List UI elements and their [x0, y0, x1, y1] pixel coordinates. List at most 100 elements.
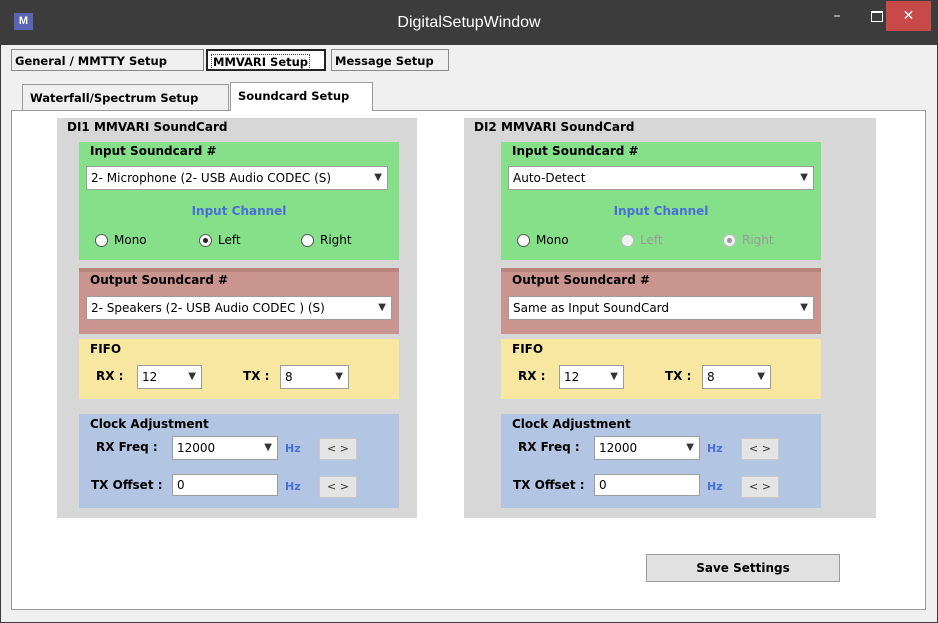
close-button[interactable]: ✕: [886, 1, 931, 31]
tab-label: Soundcard Setup: [238, 89, 350, 103]
fifo-tx-select[interactable]: 8 ▼: [280, 365, 349, 389]
minimize-button[interactable]: –: [817, 1, 857, 31]
radio-indicator: [517, 234, 530, 247]
output-soundcard-title: Output Soundcard #: [512, 273, 651, 287]
output-soundcard-group: Output Soundcard # Same as Input SoundCa…: [501, 268, 821, 334]
digital-setup-window: M DigitalSetupWindow – ✕ General / MMTTY…: [0, 0, 938, 623]
tx-offset-adjust-button[interactable]: < >: [741, 476, 779, 498]
radio-indicator: [621, 234, 634, 247]
fifo-group: FIFO RX : 12 ▼ TX : 8 ▼: [79, 339, 399, 399]
input-soundcard-value: Auto-Detect: [513, 171, 586, 185]
channel-left-radio[interactable]: Left: [199, 232, 241, 248]
fifo-tx-value: 8: [707, 370, 715, 384]
di1-soundcard-panel: DI1 MMVARI SoundCard Input Soundcard # 2…: [57, 118, 417, 518]
window-title: DigitalSetupWindow: [397, 14, 541, 31]
rx-freq-select[interactable]: 12000 ▼: [172, 436, 278, 460]
radio-label: Mono: [114, 233, 147, 247]
radio-indicator: [301, 234, 314, 247]
output-soundcard-select[interactable]: Same as Input SoundCard ▼: [508, 296, 814, 320]
fifo-group: FIFO RX : 12 ▼ TX : 8 ▼: [501, 339, 821, 399]
rx-freq-select[interactable]: 12000 ▼: [594, 436, 700, 460]
maximize-icon: [871, 10, 883, 22]
radio-label: Right: [742, 233, 774, 247]
radio-label: Mono: [536, 233, 569, 247]
tab-general-mmtty-setup[interactable]: General / MMTTY Setup: [11, 49, 204, 71]
rx-freq-label: RX Freq :: [518, 440, 580, 454]
fifo-tx-value: 8: [285, 370, 293, 384]
rx-freq-adjust-button[interactable]: < >: [319, 438, 357, 460]
tx-label: TX :: [243, 369, 270, 383]
fifo-rx-select[interactable]: 12 ▼: [559, 365, 624, 389]
output-soundcard-value: Same as Input SoundCard: [513, 301, 670, 315]
fifo-tx-select[interactable]: 8 ▼: [702, 365, 771, 389]
tab-message-setup[interactable]: Message Setup: [331, 49, 449, 71]
tab-waterfall-spectrum-setup[interactable]: Waterfall/Spectrum Setup: [22, 84, 229, 111]
tx-offset-hz-label: Hz: [285, 480, 301, 493]
rx-freq-hz-label: Hz: [707, 442, 723, 455]
output-soundcard-value: 2- Speakers (2- USB Audio CODEC ) (S): [91, 301, 325, 315]
rx-freq-value: 12000: [599, 441, 638, 455]
tx-offset-hz-label: Hz: [707, 480, 723, 493]
title-bar[interactable]: M DigitalSetupWindow – ✕: [1, 1, 937, 45]
channel-left-radio[interactable]: Left: [621, 232, 663, 248]
clock-adjustment-title: Clock Adjustment: [512, 417, 631, 431]
radio-indicator: [199, 234, 212, 247]
soundcard-setup-page: DI1 MMVARI SoundCard Input Soundcard # 2…: [11, 110, 926, 610]
radio-label: Right: [320, 233, 352, 247]
channel-mono-radio[interactable]: Mono: [517, 232, 569, 248]
chevron-down-icon: ▼: [378, 302, 386, 313]
clock-adjustment-group: Clock Adjustment RX Freq : 12000 ▼ Hz < …: [79, 414, 399, 508]
input-soundcard-title: Input Soundcard #: [90, 144, 217, 158]
input-soundcard-value: 2- Microphone (2- USB Audio CODEC (S): [91, 171, 332, 185]
fifo-title: FIFO: [512, 342, 544, 356]
input-soundcard-select[interactable]: Auto-Detect ▼: [508, 166, 814, 190]
chevron-down-icon: ▼: [188, 371, 196, 382]
tab-soundcard-setup[interactable]: Soundcard Setup: [230, 82, 373, 111]
panel-title: DI1 MMVARI SoundCard: [67, 120, 228, 134]
input-soundcard-group: Input Soundcard # Auto-Detect ▼ Input Ch…: [501, 142, 821, 260]
rx-freq-hz-label: Hz: [285, 442, 301, 455]
tx-offset-input[interactable]: 0: [172, 474, 278, 496]
channel-right-radio[interactable]: Right: [301, 232, 352, 248]
rx-label: RX :: [96, 369, 124, 383]
rx-label: RX :: [518, 369, 546, 383]
tab-label: General / MMTTY Setup: [15, 54, 167, 68]
tx-offset-input[interactable]: 0: [594, 474, 700, 496]
tab-label: Waterfall/Spectrum Setup: [30, 91, 199, 105]
tx-label: TX :: [665, 369, 692, 383]
input-soundcard-title: Input Soundcard #: [512, 144, 639, 158]
input-soundcard-select[interactable]: 2- Microphone (2- USB Audio CODEC (S) ▼: [86, 166, 388, 190]
close-icon: ✕: [902, 8, 915, 24]
fifo-rx-select[interactable]: 12 ▼: [137, 365, 202, 389]
input-channel-title: Input Channel: [191, 204, 287, 218]
chevron-down-icon: ▼: [610, 371, 618, 382]
input-channel-title: Input Channel: [613, 204, 709, 218]
tab-mmvari-setup[interactable]: MMVARI Setup: [206, 49, 326, 71]
radio-label: Left: [640, 233, 663, 247]
chevron-down-icon: ▼: [686, 442, 694, 453]
chevron-down-icon: ▼: [264, 442, 272, 453]
di2-soundcard-panel: DI2 MMVARI SoundCard Input Soundcard # A…: [464, 118, 876, 518]
fifo-rx-value: 12: [564, 370, 580, 384]
tx-offset-adjust-button[interactable]: < >: [319, 476, 357, 498]
fifo-rx-value: 12: [142, 370, 158, 384]
chevron-down-icon: ▼: [800, 302, 808, 313]
radio-label: Left: [218, 233, 241, 247]
rx-freq-label: RX Freq :: [96, 440, 158, 454]
tab-label: MMVARI Setup: [211, 54, 311, 70]
output-soundcard-select[interactable]: 2- Speakers (2- USB Audio CODEC ) (S) ▼: [86, 296, 392, 320]
clock-adjustment-title: Clock Adjustment: [90, 417, 209, 431]
panel-title: DI2 MMVARI SoundCard: [474, 120, 635, 134]
output-soundcard-title: Output Soundcard #: [90, 273, 229, 287]
chevron-down-icon: ▼: [757, 371, 765, 382]
rx-freq-adjust-button[interactable]: < >: [741, 438, 779, 460]
save-settings-button[interactable]: Save Settings: [646, 554, 840, 582]
channel-mono-radio[interactable]: Mono: [95, 232, 147, 248]
chevron-down-icon: ▼: [335, 371, 343, 382]
fifo-title: FIFO: [90, 342, 122, 356]
radio-indicator: [723, 234, 736, 247]
client-area: General / MMTTY Setup MMVARI Setup Messa…: [8, 45, 930, 616]
minimize-icon: –: [833, 8, 841, 24]
tab-label: Message Setup: [335, 54, 434, 68]
channel-right-radio[interactable]: Right: [723, 232, 774, 248]
